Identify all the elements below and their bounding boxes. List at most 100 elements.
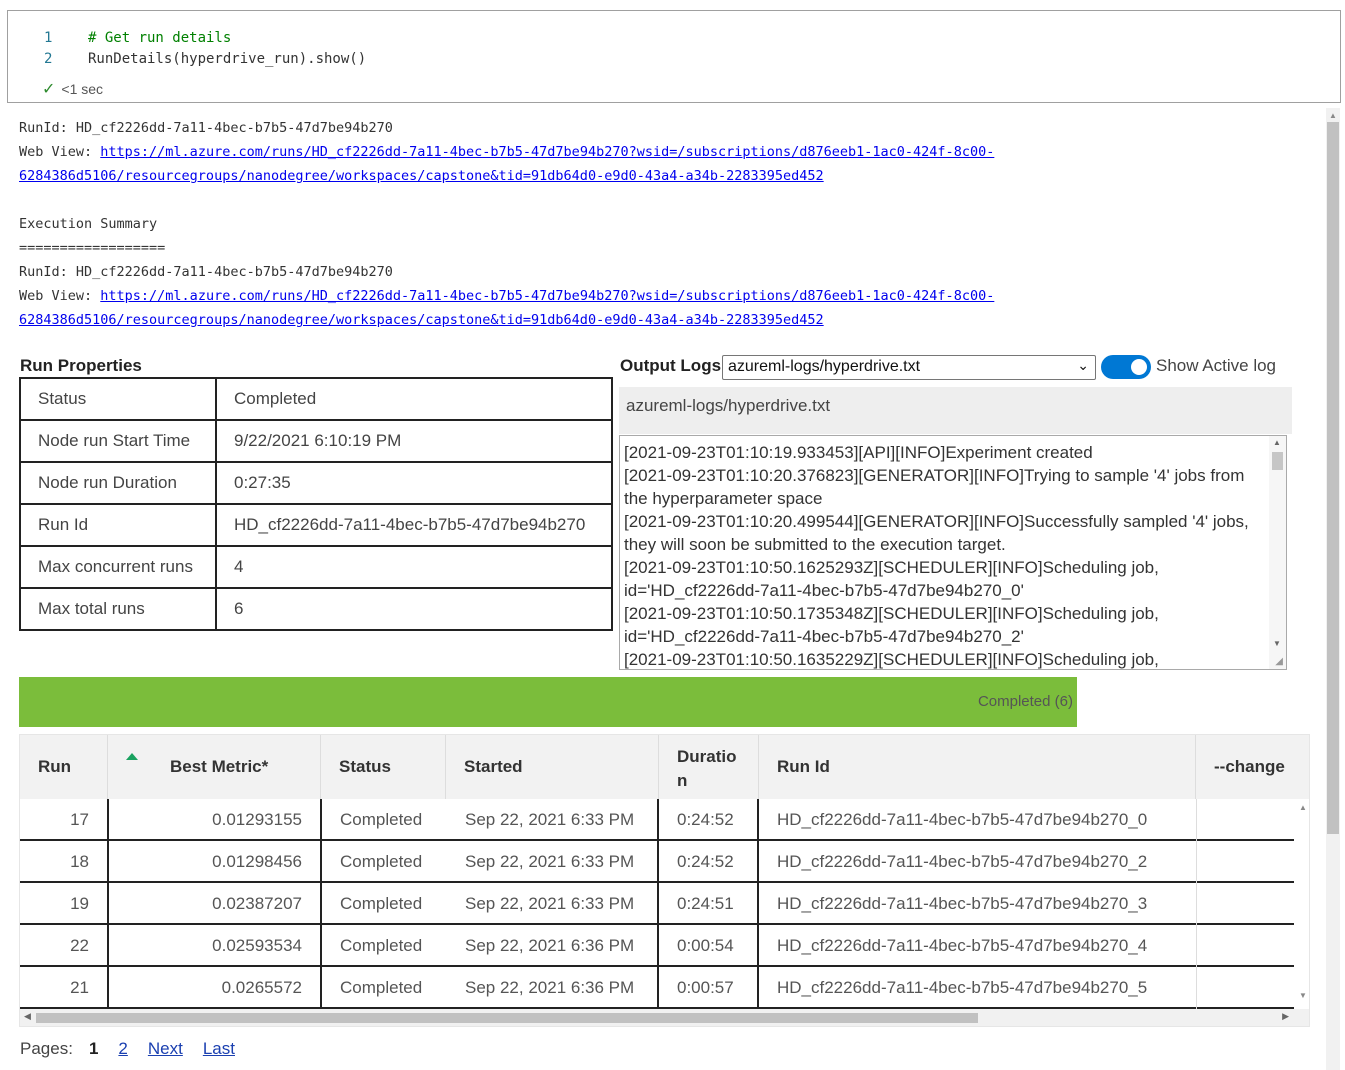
scroll-down-icon[interactable]: ▼ (1299, 991, 1307, 1000)
property-value: 6 (215, 587, 613, 631)
property-value: 4 (215, 545, 613, 589)
log-line: [2021-09-23T01:10:50.1635229Z][SCHEDULER… (624, 650, 1159, 669)
runid-line: RunId: HD_cf2226dd-7a11-4bec-b7b5-47d7be… (19, 120, 393, 136)
pagination: Pages: 1 2 Next Last (20, 1039, 255, 1059)
cell-started: Sep 22, 2021 6:36 PM (447, 925, 659, 967)
property-row: Run Id HD_cf2226dd-7a11-4bec-b7b5-47d7be9… (19, 503, 613, 547)
summary-webview-line-cont: 6284386d5106/resourcegroups/nanodegree/w… (19, 308, 824, 332)
property-value: Completed (215, 377, 613, 421)
scroll-down-icon[interactable]: ▼ (1273, 639, 1281, 648)
column-header-started[interactable]: Started (446, 735, 659, 799)
column-header-change[interactable]: --change (1196, 735, 1309, 799)
cell-run-id: HD_cf2226dd-7a11-4bec-b7b5-47d7be94b270_… (759, 925, 1197, 967)
log-scrollbar-thumb[interactable] (1272, 452, 1283, 470)
page-link-2[interactable]: 2 (118, 1039, 127, 1058)
property-key: Run Id (19, 503, 217, 547)
show-active-log-toggle[interactable] (1101, 355, 1151, 379)
grid-horizontal-scrollbar[interactable]: ◀ ▶ (20, 1009, 1309, 1026)
scroll-up-icon[interactable]: ▲ (1299, 803, 1307, 812)
column-header-best-metric[interactable]: Best Metric* (108, 735, 321, 799)
table-row[interactable]: 19 0.02387207 Completed Sep 22, 2021 6:3… (20, 883, 1294, 925)
cell-run: 21 (20, 967, 109, 1009)
cell-started: Sep 22, 2021 6:33 PM (447, 799, 659, 841)
progress-fill: Completed (6) (19, 677, 1077, 727)
log-textarea[interactable]: [2021-09-23T01:10:19.933453][API][INFO]E… (619, 435, 1287, 670)
table-row[interactable]: 22 0.02593534 Completed Sep 22, 2021 6:3… (20, 925, 1294, 967)
run-properties-table: Status Completed Node run Start Time 9/22/… (19, 377, 613, 631)
cell-run: 18 (20, 841, 109, 883)
webview-link[interactable]: https://ml.azure.com/runs/HD_cf2226dd-7a… (100, 144, 994, 160)
property-value: 0:27:35 (215, 461, 613, 505)
cell-run: 19 (20, 883, 109, 925)
log-lines: [2021-09-23T01:10:19.933453][API][INFO]E… (624, 441, 1264, 669)
property-key: Node run Start Time (19, 419, 217, 463)
grid-horizontal-scrollbar-thumb[interactable] (36, 1013, 978, 1023)
property-key: Status (19, 377, 217, 421)
cell-started: Sep 22, 2021 6:33 PM (447, 883, 659, 925)
scroll-left-icon[interactable]: ◀ (24, 1011, 31, 1022)
log-file-select[interactable]: azureml-logs/hyperdrive.txt ⌄ (722, 355, 1096, 380)
cell-status: Completed (340, 978, 423, 997)
execution-status: ✓ <1 sec (42, 79, 103, 99)
webview-label: Web View: (19, 288, 101, 304)
scroll-up-icon[interactable]: ▲ (1329, 111, 1337, 120)
current-page: 1 (88, 1039, 99, 1058)
log-scrollbar[interactable]: ▲ ▼ (1269, 436, 1286, 669)
cell-duration: 0:00:54 (659, 925, 759, 967)
code-text: RunDetails(hyperdrive_run).show() (88, 51, 367, 67)
column-header-run[interactable]: Run (20, 735, 108, 799)
cell-duration: 0:24:52 (659, 841, 759, 883)
output-logs-title: Output Logs (620, 356, 722, 375)
cell-status: Completed (340, 894, 423, 913)
cell-metric: 0.01293155 (109, 799, 322, 841)
next-page-link[interactable]: Next (148, 1039, 183, 1058)
run-properties-title: Run Properties (20, 356, 142, 375)
cell-duration: 0:24:52 (659, 799, 759, 841)
execution-time: <1 sec (61, 81, 104, 97)
summary-runid-line: RunId: HD_cf2226dd-7a11-4bec-b7b5-47d7be… (19, 264, 393, 280)
last-page-link[interactable]: Last (203, 1039, 235, 1058)
webview-line: Web View: https://ml.azure.com/runs/HD_c… (19, 140, 994, 164)
log-file-header: azureml-logs/hyperdrive.txt (619, 387, 1292, 434)
table-row[interactable]: 18 0.01298456 Completed Sep 22, 2021 6:3… (20, 841, 1294, 883)
resize-grip-icon[interactable]: ◢ (1275, 656, 1283, 667)
line-number: 2 (44, 51, 53, 67)
column-header-run-id[interactable]: Run Id (759, 735, 1196, 799)
log-file-select-value: azureml-logs/hyperdrive.txt (728, 358, 921, 375)
cell-metric: 0.02593534 (109, 925, 322, 967)
log-line: [2021-09-23T01:10:50.1735348Z][SCHEDULER… (624, 604, 1159, 646)
cell-run: 22 (20, 925, 109, 967)
output-scrollbar-thumb[interactable] (1327, 122, 1339, 834)
output-scrollbar[interactable]: ▲ (1326, 108, 1340, 1070)
code-cell[interactable]: 1 # Get run details 2 RunDetails(hyperdr… (7, 10, 1341, 103)
pages-label: Pages: (20, 1039, 73, 1058)
property-row: Status Completed (19, 377, 613, 421)
property-value: HD_cf2226dd-7a11-4bec-b7b5-47d7be94b270 (215, 503, 613, 547)
webview-label: Web View: (19, 144, 101, 160)
summary-title: Execution Summary (19, 216, 158, 232)
table-row[interactable]: 21 0.0265572 Completed Sep 22, 2021 6:36… (20, 967, 1294, 1009)
webview-line-cont: 6284386d5106/resourcegroups/nanodegree/w… (19, 164, 824, 188)
show-active-log-label: Show Active log (1156, 356, 1277, 375)
column-header-duration[interactable]: Duratio n (659, 735, 759, 799)
column-header-label: Best Metric* (170, 757, 269, 776)
summary-webview-link-cont[interactable]: 6284386d5106/resourcegroups/nanodegree/w… (19, 312, 824, 328)
log-line: [2021-09-23T01:10:19.933453][API][INFO]E… (624, 443, 1093, 462)
table-row[interactable]: 17 0.01293155 Completed Sep 22, 2021 6:3… (20, 799, 1294, 841)
webview-link-cont[interactable]: 6284386d5106/resourcegroups/nanodegree/w… (19, 168, 824, 184)
cell-status: Completed (340, 936, 423, 955)
grid-vertical-scrollbar[interactable]: ▲ ▼ (1294, 799, 1309, 1009)
property-key: Node run Duration (19, 461, 217, 505)
chevron-down-icon: ⌄ (1077, 357, 1089, 373)
cell-duration: 0:24:51 (659, 883, 759, 925)
summary-webview-link[interactable]: https://ml.azure.com/runs/HD_cf2226dd-7a… (100, 288, 994, 304)
property-row: Node run Duration 0:27:35 (19, 461, 613, 505)
scroll-up-icon[interactable]: ▲ (1273, 438, 1281, 447)
summary-rule: ================== (19, 240, 166, 256)
runs-grid: Run Best Metric* Status Started Duratio … (19, 734, 1310, 1027)
property-row: Max total runs 6 (19, 587, 613, 631)
log-line: [2021-09-23T01:10:20.499544][GENERATOR][… (624, 512, 1249, 554)
column-header-status[interactable]: Status (321, 735, 446, 799)
scroll-right-icon[interactable]: ▶ (1282, 1011, 1289, 1022)
cell-run-id: HD_cf2226dd-7a11-4bec-b7b5-47d7be94b270_… (759, 967, 1197, 1009)
